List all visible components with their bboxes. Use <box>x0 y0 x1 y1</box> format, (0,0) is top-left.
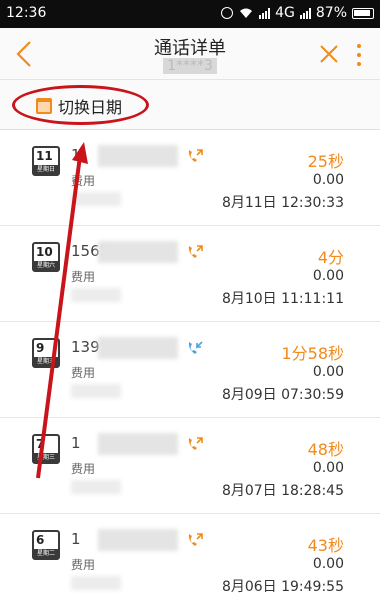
record-day: 10 <box>36 245 53 259</box>
wifi-icon <box>240 8 253 18</box>
more-menu-button[interactable] <box>352 42 366 68</box>
calendar-day-icon: 10 星期六 <box>32 242 60 272</box>
annotation-ellipse <box>12 85 149 125</box>
signal-icon <box>259 7 271 19</box>
record-fee: 0.00 <box>312 460 344 476</box>
calendar-day-icon: 6 星期二 <box>32 530 60 560</box>
record-datetime: 8月11日 12:30:33 <box>221 195 344 211</box>
record-fee-label: 费用 <box>71 366 96 380</box>
calendar-day-icon: 9 星期五 <box>32 338 60 368</box>
outgoing-call-icon <box>188 149 203 162</box>
record-number: 1 <box>71 530 81 548</box>
record-datetime: 8月09日 07:30:59 <box>221 387 344 403</box>
record-datetime: 8月06日 19:49:55 <box>221 579 344 595</box>
record-fee-label: 费用 <box>71 558 96 572</box>
masked-location-blur <box>71 384 121 398</box>
masked-number-blur <box>98 145 178 167</box>
record-weekday: 星期六 <box>34 261 58 270</box>
more-dot-icon <box>357 44 361 48</box>
record-day: 7 <box>36 437 45 451</box>
record-number: 1 <box>71 434 81 452</box>
status-time: 12:36 <box>6 5 47 21</box>
record-duration: 4分 <box>317 248 344 267</box>
record-fee: 0.00 <box>312 364 344 380</box>
battery-percent: 87% <box>315 5 347 21</box>
record-weekday: 星期二 <box>34 549 58 558</box>
call-record-row[interactable]: 10 星期六 1565 费用 4分 0.00 8月10日 11:11:11 <box>0 226 380 322</box>
masked-location-blur <box>71 576 121 590</box>
masked-number-blur <box>98 529 178 551</box>
record-fee-label: 费用 <box>71 462 96 476</box>
calendar-day-icon: 11 星期日 <box>32 146 60 176</box>
masked-number: 1****3 <box>163 58 217 74</box>
record-datetime: 8月10日 11:11:11 <box>221 291 344 307</box>
record-duration: 25秒 <box>307 152 344 171</box>
record-duration: 48秒 <box>307 440 344 459</box>
network-type: 4G <box>275 5 295 21</box>
record-datetime: 8月07日 18:28:45 <box>221 483 344 499</box>
record-fee-label: 费用 <box>71 270 96 284</box>
outgoing-call-icon <box>188 245 203 258</box>
call-record-row[interactable]: 7 星期三 1 费用 48秒 0.00 8月07日 18:28:45 <box>0 418 380 514</box>
record-fee-label: 费用 <box>71 174 96 188</box>
record-number: 139 <box>71 338 100 356</box>
call-record-row[interactable]: 11 星期日 1 费用 25秒 0.00 8月11日 12:30:33 <box>0 130 380 226</box>
record-day: 11 <box>36 149 53 163</box>
call-record-row[interactable]: 6 星期二 1 费用 43秒 0.00 8月06日 19:49:55 <box>0 514 380 608</box>
status-bar: 12:36 4G 87% <box>0 0 380 28</box>
alarm-icon <box>221 7 234 19</box>
incoming-call-icon <box>188 341 203 354</box>
signal-icon-2 <box>299 7 311 19</box>
more-dot-icon <box>357 53 361 57</box>
masked-number-blur <box>98 337 178 359</box>
masked-location-blur <box>71 288 121 302</box>
record-duration: 43秒 <box>307 536 344 555</box>
record-number: 1 <box>71 146 81 164</box>
close-icon <box>320 45 338 63</box>
record-day: 6 <box>36 533 45 547</box>
record-weekday: 星期三 <box>34 453 58 462</box>
outgoing-call-icon <box>188 533 203 546</box>
app-header: 通话详单 1****3 <box>0 28 380 80</box>
calendar-day-icon: 7 星期三 <box>32 434 60 464</box>
record-duration: 1分58秒 <box>281 344 344 363</box>
battery-icon <box>352 7 374 19</box>
record-day: 9 <box>36 341 45 355</box>
masked-location-blur <box>71 192 121 206</box>
close-button[interactable] <box>316 40 342 68</box>
masked-number-blur <box>98 241 178 263</box>
more-dot-icon <box>357 62 361 66</box>
record-weekday: 星期日 <box>34 165 58 174</box>
call-record-row[interactable]: 9 星期五 139 费用 1分58秒 0.00 8月09日 07:30:59 <box>0 322 380 418</box>
record-fee: 0.00 <box>312 172 344 188</box>
outgoing-call-icon <box>188 437 203 450</box>
masked-number-blur <box>98 433 178 455</box>
record-weekday: 星期五 <box>34 357 58 366</box>
status-icons: 4G 87% <box>221 5 374 21</box>
record-fee: 0.00 <box>312 268 344 284</box>
record-fee: 0.00 <box>312 556 344 572</box>
masked-location-blur <box>71 480 121 494</box>
